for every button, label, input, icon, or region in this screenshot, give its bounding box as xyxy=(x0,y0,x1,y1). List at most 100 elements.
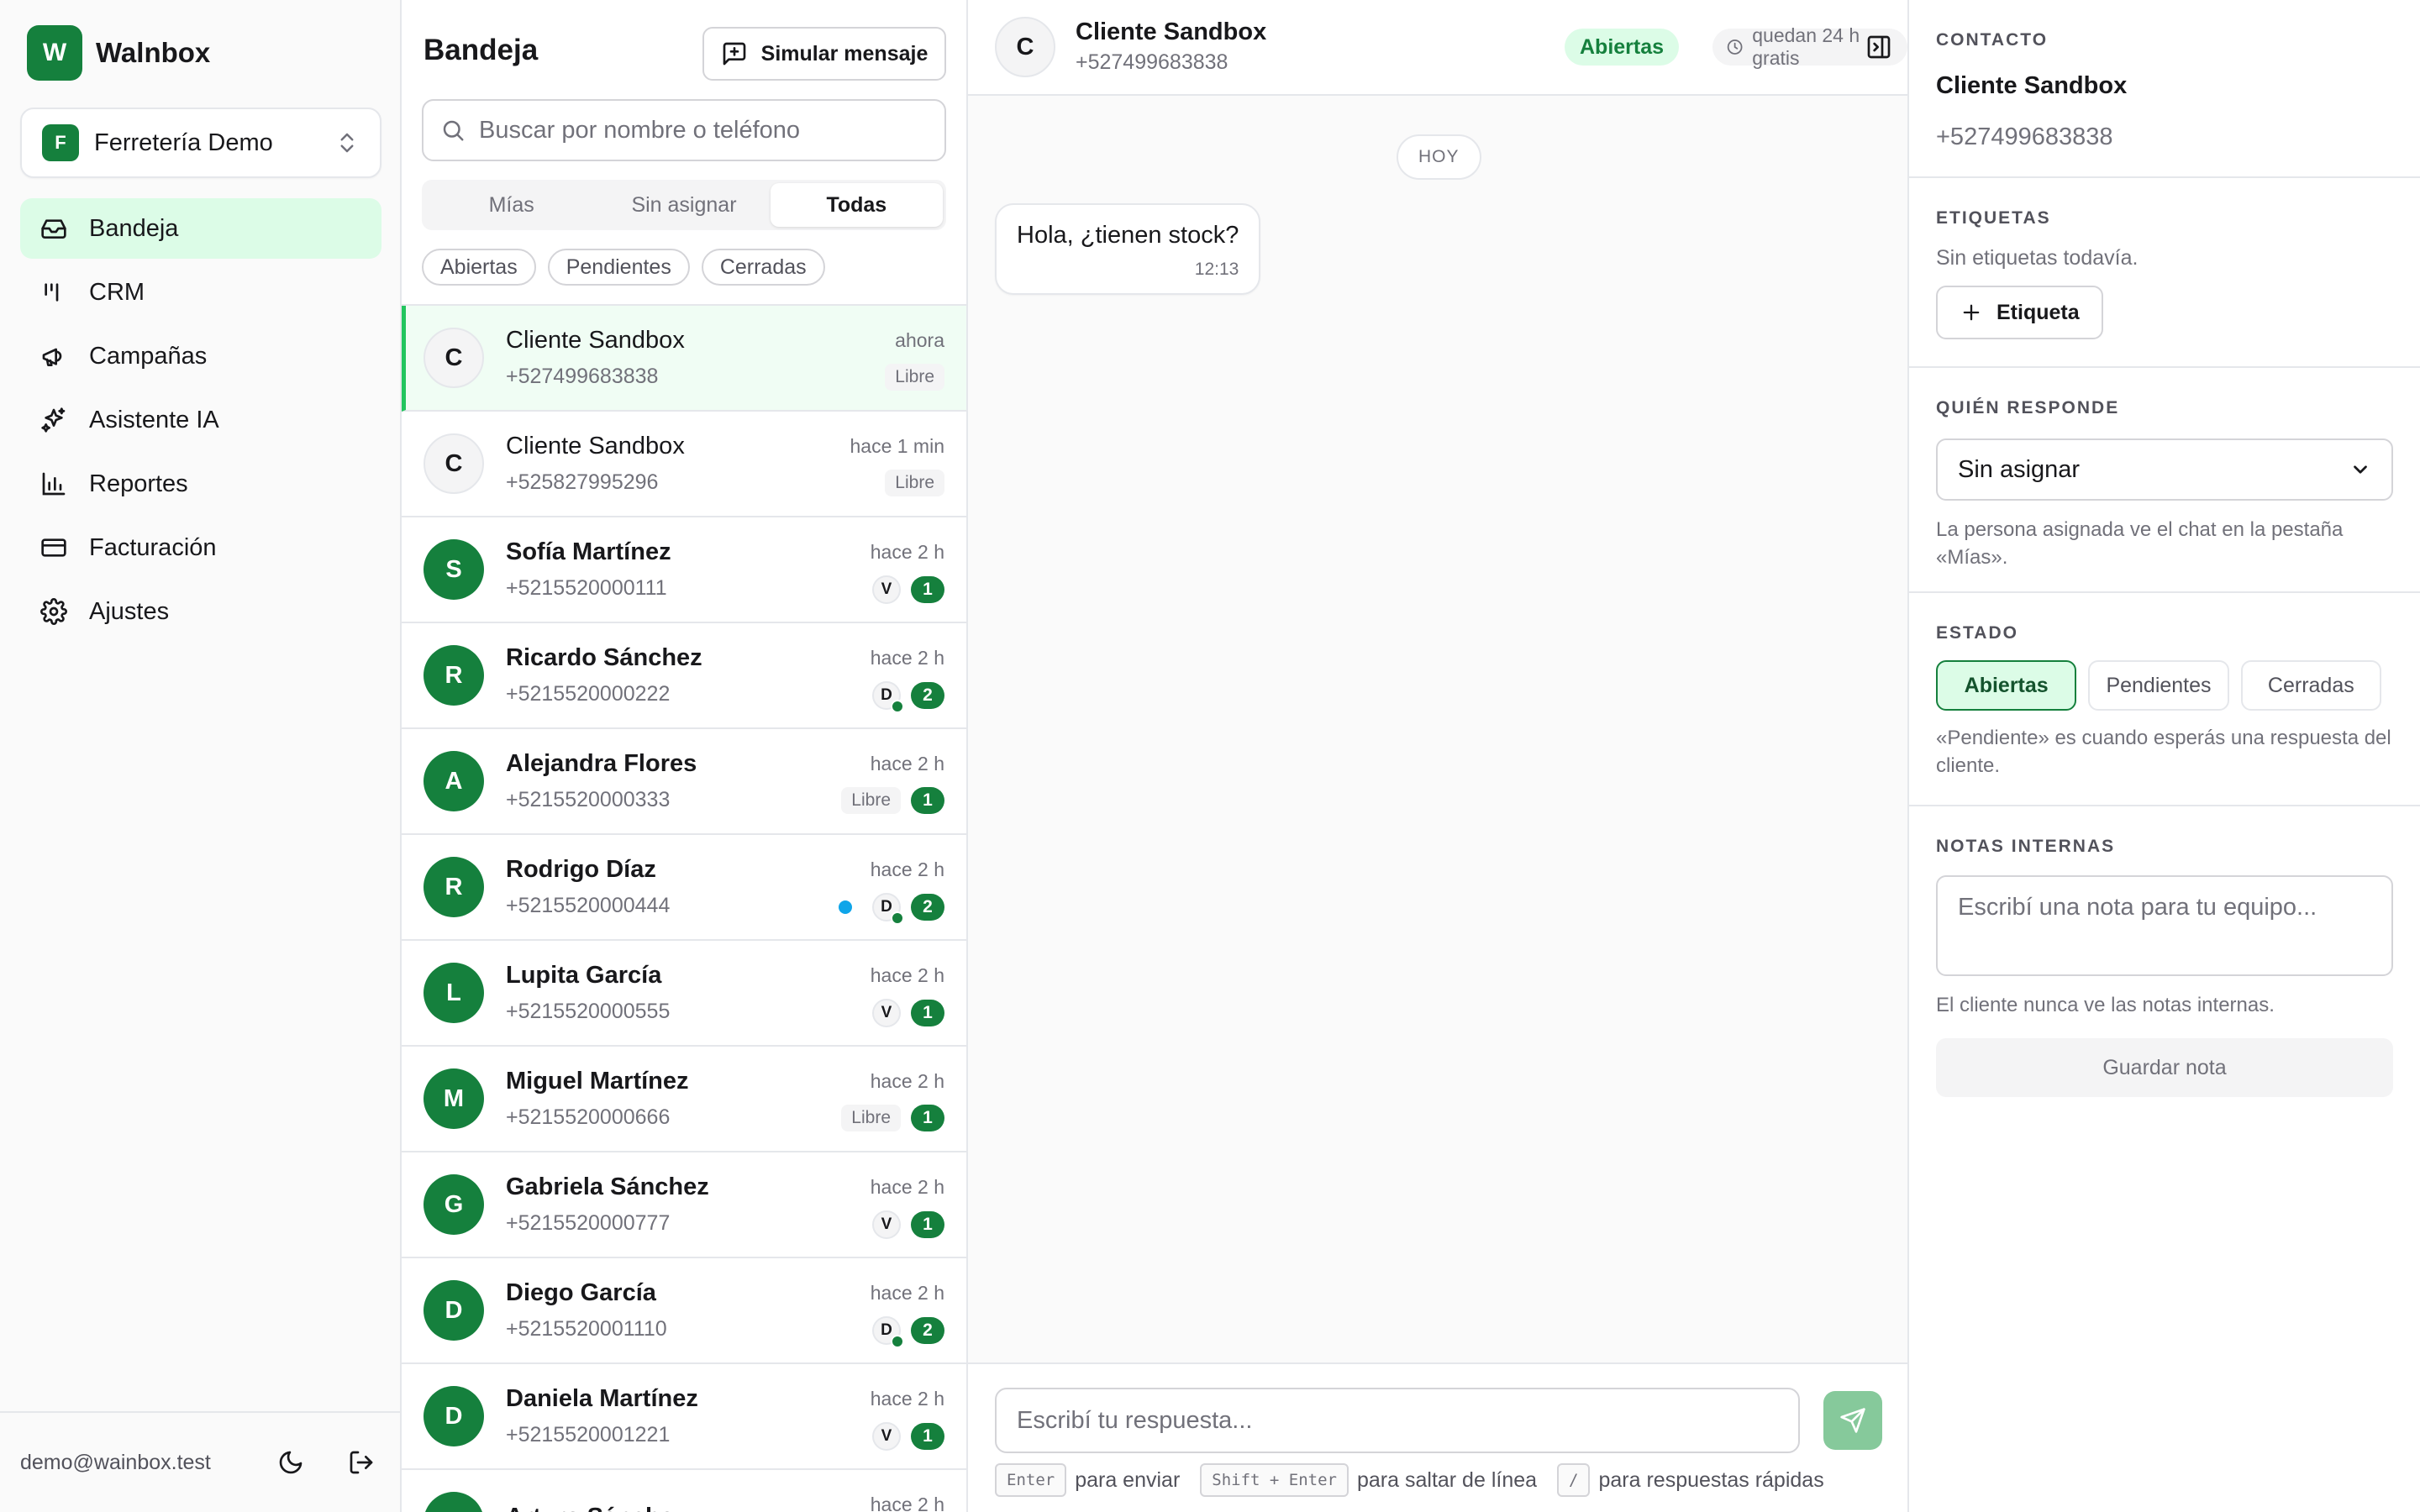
incoming-message: Hola, ¿tienen stock? 12:13 xyxy=(995,203,1261,295)
status-options: Abiertas Pendientes Cerradas xyxy=(1936,660,2393,711)
conversation-badges: Libre 1 xyxy=(841,787,944,814)
conversation-row[interactable]: A Alejandra Flores +5215520000333 hace 2 hL… xyxy=(402,729,966,835)
conversation-row[interactable]: S Sofía Martínez +5215520000111 hace 2 hV1 xyxy=(402,517,966,623)
nav-item-bandeja[interactable]: Bandeja xyxy=(20,198,381,259)
nav-item-ajustes[interactable]: Ajustes xyxy=(20,581,381,642)
reply-input[interactable] xyxy=(995,1388,1800,1453)
megaphone-icon xyxy=(42,348,62,366)
filter-abiertas[interactable]: Abiertas xyxy=(422,249,536,286)
avatar: C xyxy=(995,17,1055,77)
assignee-select[interactable]: Sin asignar xyxy=(1936,438,2393,501)
hint-text: para respuestas rápidas xyxy=(1598,1467,1824,1492)
nav-item-crm[interactable]: CRM xyxy=(20,262,381,323)
agent-avatar: D xyxy=(872,893,904,925)
toggle-contact-panel-button[interactable] xyxy=(1862,30,1896,64)
last-message-time: hace 2 h xyxy=(870,964,944,986)
filter-pendientes[interactable]: Pendientes xyxy=(547,249,690,286)
conversation-row[interactable]: AArturo Sánchezhace 2 h xyxy=(402,1470,966,1512)
avatar: M xyxy=(424,1068,484,1129)
plus-icon xyxy=(1963,304,1980,321)
nav-item-campanas[interactable]: Campañas xyxy=(20,326,381,386)
user-email: demo@wainbox.test xyxy=(20,1450,211,1474)
status-abiertas-button[interactable]: Abiertas xyxy=(1936,660,2077,711)
tab-sin-asignar[interactable]: Sin asignar xyxy=(597,183,770,227)
status-pendientes-button[interactable]: Pendientes xyxy=(2088,660,2229,711)
conversation-row[interactable]: C Cliente Sandbox +527499683838 ahora Libre xyxy=(402,306,966,412)
conversation-row[interactable]: R Rodrigo Díaz +5215520000444 hace 2 hD2 xyxy=(402,835,966,941)
online-dot xyxy=(891,911,904,925)
last-message-time: hace 2 h xyxy=(870,858,944,880)
filter-cerradas[interactable]: Cerradas xyxy=(701,249,825,286)
conversation-list-panel: Bandeja Simular mensaje Mías Sin asignar… xyxy=(402,0,968,1512)
nav-item-facturacion[interactable]: Facturación xyxy=(20,517,381,578)
status-badge: Abiertas xyxy=(1565,29,1680,66)
inbox-header: Bandeja Simular mensaje Mías Sin asignar… xyxy=(402,0,966,306)
nav-label: Campañas xyxy=(89,342,208,370)
search-input[interactable] xyxy=(479,116,928,144)
tab-mias[interactable]: Mías xyxy=(425,183,597,227)
agent-initial: V xyxy=(881,1004,892,1021)
conversation-badges: V1 xyxy=(872,1210,944,1239)
conversation-row[interactable]: L Lupita García +5215520000555 hace 2 hV1 xyxy=(402,941,966,1047)
conversation-meta: ahora Libre xyxy=(885,329,944,391)
nav-item-asistente-ia[interactable]: Asistente IA xyxy=(20,390,381,450)
hint-text: para saltar de línea xyxy=(1357,1467,1538,1492)
unread-count-badge: 1 xyxy=(911,1000,944,1026)
agent-initial: D xyxy=(881,898,892,916)
tags-section: ETIQUETAS Sin etiquetas todavía. Etiquet… xyxy=(1909,178,2420,368)
conversation-row[interactable]: G Gabriela Sánchez +5215520000777 hace 2 hV… xyxy=(402,1152,966,1258)
logout-button[interactable] xyxy=(343,1444,380,1481)
agent-avatar: D xyxy=(872,1316,904,1348)
keyboard-hints: Enter para enviar Shift + Enter para sal… xyxy=(995,1463,1844,1497)
add-tag-button[interactable]: Etiqueta xyxy=(1936,286,2103,339)
unread-count-badge: 1 xyxy=(911,1211,944,1238)
assignment-tabs: Mías Sin asignar Todas xyxy=(422,180,946,230)
clock-icon xyxy=(1727,39,1743,55)
avatar: C xyxy=(424,433,484,494)
composer: Enter para enviar Shift + Enter para sal… xyxy=(968,1362,1907,1512)
section-title: CONTACTO xyxy=(1936,30,2049,50)
conversation-row[interactable]: M Miguel Martínez +5215520000666 hace 2 h Li… xyxy=(402,1047,966,1152)
conversation-row[interactable]: D Diego García +5215520001110 hace 2 hD2 xyxy=(402,1258,966,1364)
conversation-row[interactable]: D Daniela Martínez +5215520001221 hace 2 hV… xyxy=(402,1364,966,1470)
avatar: D xyxy=(424,1280,484,1341)
message-time: 12:13 xyxy=(1194,260,1239,279)
agent-initial: V xyxy=(881,1427,892,1445)
conversation-row[interactable]: R Ricardo Sánchez +5215520000222 hace 2 hD2 xyxy=(402,623,966,729)
nav-item-reportes[interactable]: Reportes xyxy=(20,454,381,514)
online-dot xyxy=(891,1335,904,1348)
status-filters: Abiertas Pendientes Cerradas xyxy=(422,249,837,286)
brand-name: Walnbox xyxy=(96,37,211,68)
status-cerradas-button[interactable]: Cerradas xyxy=(2240,660,2381,711)
conversation-info: Cliente Sandbox +527499683838 xyxy=(506,327,944,389)
send-button[interactable] xyxy=(1823,1391,1882,1450)
theme-toggle-button[interactable] xyxy=(272,1444,309,1481)
last-message-time: hace 2 h xyxy=(870,1176,944,1198)
conversation-meta: hace 1 min Libre xyxy=(850,435,944,496)
assign-help-text: La persona asignada ve el chat en la pes… xyxy=(1936,518,2344,569)
workspace-switcher[interactable]: F Ferretería Demo xyxy=(20,108,381,178)
main-nav: Bandeja CRM Campañas Asistente IA Report… xyxy=(20,198,381,645)
last-message-time: hace 2 h xyxy=(870,541,944,563)
save-note-button[interactable]: Guardar nota xyxy=(1936,1038,2393,1097)
chevron-up-down-icon xyxy=(340,133,354,153)
avatar: C xyxy=(424,328,484,388)
conversation-meta: hace 2 h xyxy=(871,1494,944,1512)
tab-todas[interactable]: Todas xyxy=(770,183,943,227)
last-message-time: hace 2 h xyxy=(870,1388,944,1410)
conversation-meta: hace 2 h Libre 1 xyxy=(841,753,944,814)
simulate-message-button[interactable]: Simular mensaje xyxy=(702,27,946,81)
inbox-title: Bandeja xyxy=(424,34,539,66)
sparkles-icon xyxy=(41,407,66,433)
nav-label: CRM xyxy=(89,278,145,306)
conversation-row[interactable]: C Cliente Sandbox +525827995296 hace 1 min L… xyxy=(402,412,966,517)
workspace-name: Ferretería Demo xyxy=(94,129,273,156)
conversation-badges: D2 xyxy=(872,1316,944,1348)
conversation-meta: hace 2 hD2 xyxy=(871,1282,944,1348)
notes-input[interactable] xyxy=(1936,875,2393,976)
avatar: R xyxy=(424,645,484,706)
last-message-time: hace 2 h xyxy=(870,647,944,669)
agent-initial: D xyxy=(881,1321,892,1339)
credit-card-icon xyxy=(41,538,66,557)
message-text: Hola, ¿tienen stock? xyxy=(1017,222,1239,249)
